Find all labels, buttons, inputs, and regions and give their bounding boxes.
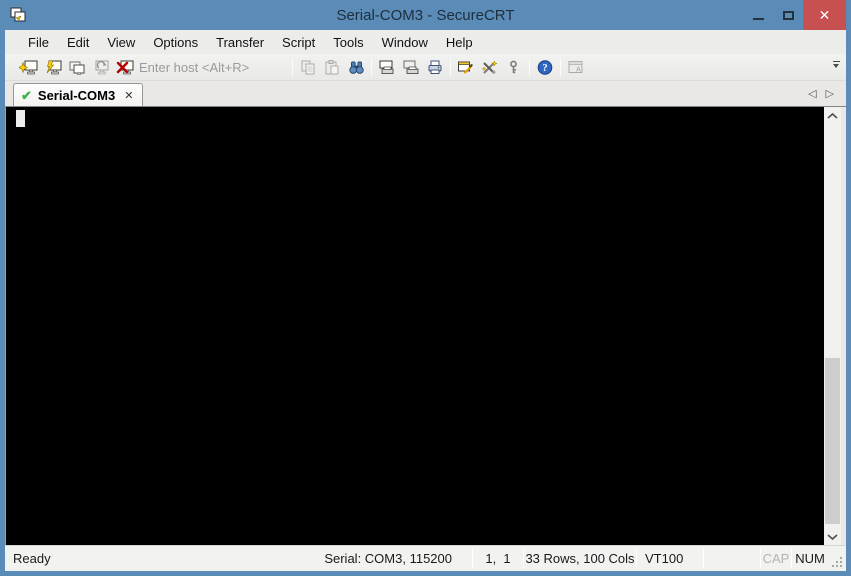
menu-tools[interactable]: Tools	[324, 32, 372, 53]
close-button[interactable]: ✕	[803, 0, 846, 30]
menu-options[interactable]: Options	[144, 32, 207, 53]
minimize-button[interactable]	[743, 0, 773, 30]
client-area: File Edit View Options Transfer Script T…	[5, 30, 846, 571]
securecrt-window: Serial-COM3 - SecureCRT ✕ File Edit View…	[0, 0, 851, 576]
global-options-button[interactable]	[478, 56, 502, 78]
status-caps-lock: CAP	[762, 551, 790, 566]
find-icon	[348, 61, 364, 74]
tab-bar: ✔ Serial-COM3 ✕ ◁ ▷	[5, 80, 846, 106]
host-input[interactable]	[139, 57, 285, 77]
scrollbar-gutter	[841, 107, 846, 545]
menu-script[interactable]: Script	[273, 32, 324, 53]
key-generator-button[interactable]	[502, 56, 526, 78]
tab-label: Serial-COM3	[37, 87, 116, 103]
session-options-button[interactable]	[454, 56, 478, 78]
status-emulation: VT100	[645, 551, 684, 566]
maximize-button[interactable]	[773, 0, 803, 30]
toolbar-separator	[292, 58, 293, 76]
maximize-icon	[782, 10, 794, 20]
vertical-scrollbar[interactable]	[824, 107, 841, 545]
minimize-icon	[752, 18, 764, 20]
disconnect-button[interactable]	[113, 56, 137, 78]
menu-file[interactable]: File	[19, 32, 58, 53]
status-cursor-position: 1, 1	[485, 551, 511, 566]
toolbar: ? A	[5, 54, 846, 80]
auto-print-button[interactable]	[399, 56, 423, 78]
toolbar-separator	[450, 58, 451, 76]
connect-button[interactable]	[17, 56, 41, 78]
overflow-arrow-icon	[833, 64, 839, 68]
key-generator-icon	[510, 60, 517, 73]
global-options-icon	[481, 59, 498, 74]
tab-scroll-left-icon[interactable]: ◁	[808, 87, 816, 100]
menu-window[interactable]: Window	[373, 32, 437, 53]
terminal-cursor	[16, 110, 25, 127]
copy-button[interactable]	[296, 56, 320, 78]
auto-print-icon	[403, 60, 419, 74]
tab-scroll-buttons: ◁ ▷	[808, 81, 834, 106]
launch-application-button[interactable]: A	[564, 56, 588, 78]
scrollbar-thumb[interactable]	[825, 358, 840, 524]
chevron-up-icon	[827, 112, 838, 119]
tab-scroll-right-icon[interactable]: ▷	[826, 87, 834, 100]
overflow-bar-icon	[832, 61, 840, 62]
menu-help[interactable]: Help	[437, 32, 482, 53]
disconnect-icon	[116, 60, 134, 74]
print-icon	[428, 60, 442, 74]
status-num-lock: NUM	[795, 551, 825, 566]
print-screen-button[interactable]	[375, 56, 399, 78]
help-button[interactable]: ?	[533, 56, 557, 78]
help-icon: ?	[537, 59, 553, 75]
svg-text:?: ?	[542, 63, 547, 74]
launch-application-icon: A	[568, 60, 583, 73]
scroll-down-button[interactable]	[824, 528, 841, 545]
quick-connect-icon	[46, 60, 62, 74]
connect-in-tab-button[interactable]	[65, 56, 89, 78]
menu-edit[interactable]: Edit	[58, 32, 98, 53]
print-screen-icon	[379, 60, 394, 74]
connected-check-icon: ✔	[21, 87, 32, 103]
app-icon	[9, 6, 27, 24]
menu-view[interactable]: View	[98, 32, 144, 53]
toolbar-overflow-button[interactable]	[830, 61, 842, 73]
resize-grip[interactable]	[828, 546, 846, 571]
status-message: Ready	[13, 551, 51, 566]
toolbar-separator	[371, 58, 372, 76]
terminal-screen[interactable]	[6, 107, 824, 545]
connect-in-tab-icon	[69, 61, 85, 75]
scroll-up-button[interactable]	[824, 107, 841, 124]
close-icon: ✕	[818, 6, 831, 23]
print-button[interactable]	[423, 56, 447, 78]
status-empty-pane	[704, 546, 760, 571]
copy-icon	[301, 60, 315, 74]
tab-close-icon[interactable]: ✕	[124, 89, 133, 102]
paste-icon	[325, 59, 339, 74]
title-bar: Serial-COM3 - SecureCRT ✕	[0, 0, 851, 30]
status-terminal-size: 33 Rows, 100 Cols	[525, 551, 635, 566]
window-controls: ✕	[743, 0, 851, 30]
toolbar-separator	[529, 58, 530, 76]
menu-transfer[interactable]: Transfer	[207, 32, 273, 53]
connect-icon	[19, 60, 38, 74]
chevron-down-icon	[827, 533, 838, 540]
terminal-row	[5, 106, 846, 545]
find-button[interactable]	[344, 56, 368, 78]
tab-serial-com3[interactable]: ✔ Serial-COM3 ✕	[13, 83, 144, 106]
paste-button[interactable]	[320, 56, 344, 78]
toolbar-separator	[560, 58, 561, 76]
status-connection: Serial: COM3, 115200	[324, 551, 452, 566]
status-bar: Ready Serial: COM3, 115200 1, 1 33 Rows,…	[5, 545, 846, 571]
menu-bar: File Edit View Options Transfer Script T…	[5, 30, 846, 54]
svg-text:A: A	[576, 66, 581, 73]
session-options-icon	[458, 61, 473, 74]
window-title: Serial-COM3 - SecureCRT	[336, 6, 515, 24]
reconnect-button[interactable]	[89, 56, 113, 78]
quick-connect-button[interactable]	[41, 56, 65, 78]
reconnect-icon	[95, 60, 109, 74]
